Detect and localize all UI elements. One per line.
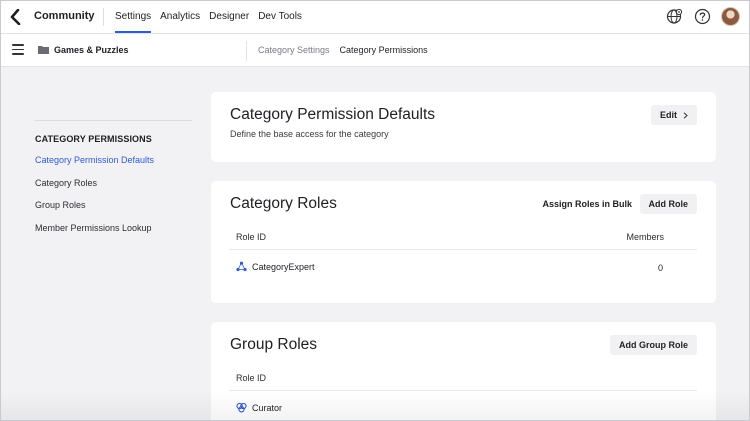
category-breadcrumb[interactable]: Games & Puzzles: [54, 45, 129, 55]
sub-tabs: Category Settings Category Permissions: [258, 45, 428, 55]
top-nav: Settings Analytics Designer Dev Tools: [115, 0, 302, 34]
folder-icon: [38, 46, 49, 54]
nav-analytics[interactable]: Analytics: [160, 0, 200, 34]
table-header-divider: [230, 249, 697, 250]
category-roles-table: Role ID Members CategoryExpert 0: [230, 229, 697, 289]
edit-button-label: Edit: [660, 110, 677, 120]
assign-roles-in-bulk-button[interactable]: Assign Roles in Bulk: [533, 194, 641, 214]
nav-settings[interactable]: Settings: [115, 0, 152, 34]
left-nav-group-roles[interactable]: Group Roles: [35, 200, 192, 223]
group-roles-card: Group Roles Add Group Role Role ID Curat…: [211, 322, 716, 421]
left-nav-divider: [35, 120, 192, 121]
column-header-role-id: Role ID: [236, 232, 267, 242]
left-nav-category-roles[interactable]: Category Roles: [35, 178, 192, 201]
table-header-divider: [230, 390, 697, 391]
group-roles-title: Group Roles: [230, 336, 318, 353]
group-roles-table: Role ID Curator: [230, 370, 697, 421]
nav-dev-tools[interactable]: Dev Tools: [258, 0, 302, 34]
permission-defaults-card: Category Permission Defaults Define the …: [211, 92, 716, 162]
permission-defaults-title: Category Permission Defaults: [230, 106, 436, 123]
role-icon: [236, 261, 247, 272]
hamburger-menu-icon[interactable]: [12, 44, 24, 56]
tab-category-permissions[interactable]: Category Permissions: [340, 45, 428, 55]
role-id-cell: Curator: [252, 402, 283, 413]
left-nav-category-permission-defaults[interactable]: Category Permission Defaults: [35, 155, 192, 178]
app-name: Community: [34, 10, 95, 22]
table-row[interactable]: Curator: [236, 402, 282, 413]
permission-defaults-description: Define the base access for the category: [230, 129, 389, 139]
avatar[interactable]: [721, 7, 740, 26]
community-logo-icon[interactable]: [9, 9, 23, 25]
left-nav: CATEGORY PERMISSIONS Category Permission…: [35, 120, 192, 246]
role-id-cell: CategoryExpert: [252, 261, 315, 272]
top-divider: [103, 8, 104, 26]
table-row[interactable]: CategoryExpert: [236, 261, 315, 272]
category-roles-title: Category Roles: [230, 195, 337, 212]
top-icons: [665, 7, 740, 26]
column-header-members: Members: [626, 232, 664, 242]
left-nav-heading: CATEGORY PERMISSIONS: [35, 134, 152, 144]
help-icon[interactable]: [693, 8, 711, 26]
sub-bar: Games & Puzzles Category Settings Catego…: [0, 34, 750, 67]
members-cell: 0: [657, 263, 663, 273]
tab-category-settings[interactable]: Category Settings: [258, 45, 330, 55]
chevron-right-icon: [683, 111, 688, 119]
sub-divider: [246, 41, 247, 61]
group-role-icon: [236, 402, 247, 413]
nav-designer[interactable]: Designer: [209, 0, 249, 34]
globe-settings-icon[interactable]: [665, 8, 683, 26]
column-header-role-id: Role ID: [236, 373, 267, 383]
edit-button[interactable]: Edit: [651, 105, 697, 125]
category-roles-card: Category Roles Assign Roles in Bulk Add …: [211, 181, 716, 303]
add-group-role-button[interactable]: Add Group Role: [610, 335, 697, 355]
top-bar: Community Settings Analytics Designer De…: [0, 0, 750, 34]
left-nav-member-permissions-lookup[interactable]: Member Permissions Lookup: [35, 223, 192, 246]
add-role-button[interactable]: Add Role: [639, 194, 697, 214]
